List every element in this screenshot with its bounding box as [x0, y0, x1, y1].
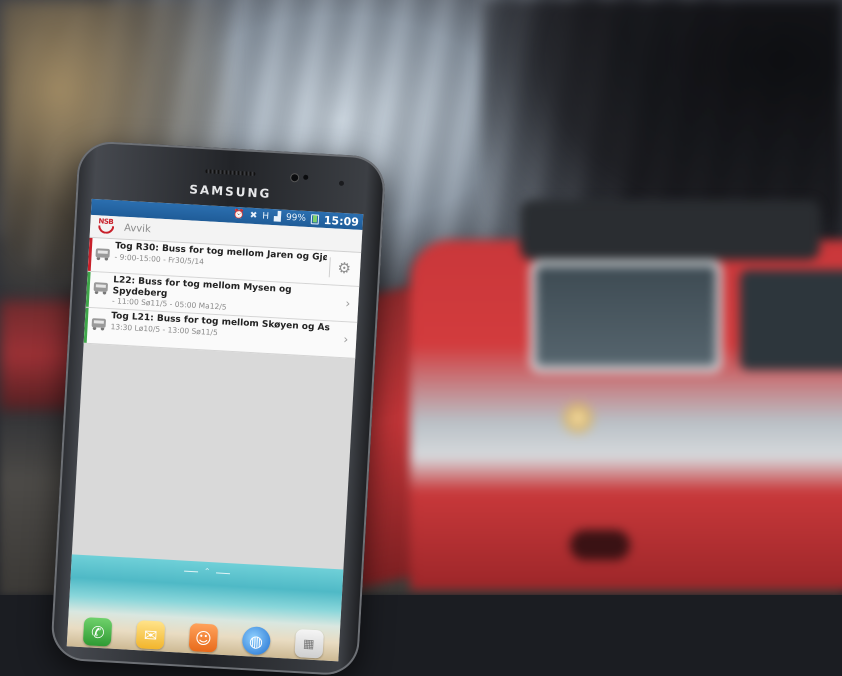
- alarm-icon: ⏰: [233, 209, 246, 221]
- page-dash: [216, 571, 231, 574]
- battery-icon: [310, 214, 320, 225]
- contacts-app-icon[interactable]: ☺: [188, 623, 219, 653]
- chevron-right-icon: ›: [343, 332, 349, 347]
- phone-screen: ⏰ ✖ H ▟ 99% 15:09 NSB Avvik Tog R30: Bus…: [66, 198, 364, 662]
- earpiece-speaker: [205, 169, 256, 176]
- nsb-logo[interactable]: NSB: [96, 217, 119, 236]
- light-sensor: [338, 180, 345, 186]
- chevron-right-icon: ›: [345, 296, 351, 311]
- apps-grid-icon[interactable]: ▦: [294, 628, 324, 659]
- deviation-list: Tog R30: Buss for tog mellom Jaren og Gj…: [83, 237, 362, 359]
- status-stripe: [85, 271, 91, 307]
- red-train: [340, 200, 842, 595]
- bus-icon: [91, 318, 107, 328]
- train-roof: [520, 200, 820, 260]
- settings-gear-icon[interactable]: ⚙: [328, 257, 355, 279]
- front-camera: [291, 174, 299, 182]
- app-title: Avvik: [123, 222, 152, 235]
- bus-icon: [95, 248, 110, 258]
- train-headlight: [560, 400, 596, 436]
- train-side-window: [740, 270, 842, 370]
- page-indicator: ⌃: [71, 560, 343, 583]
- status-stripe: [83, 307, 89, 343]
- signal-icon: ▟: [273, 212, 282, 223]
- phone-app-icon[interactable]: ✆: [83, 617, 113, 647]
- mute-icon: ✖: [249, 210, 258, 222]
- network-type-label: H: [261, 211, 270, 222]
- email-app-icon[interactable]: ✉: [135, 620, 166, 650]
- train-lower-light: [570, 530, 630, 560]
- status-stripe: [87, 237, 93, 271]
- smartphone: SAMSUNG ⏰ ✖ H ▟ 99% 15:09 NSB Avvik Tog …: [49, 140, 387, 676]
- train-windshield: [530, 260, 722, 372]
- clock: 15:09: [323, 213, 360, 229]
- battery-percent: 99%: [285, 212, 307, 224]
- page-dash: [183, 570, 198, 572]
- nsb-logo-arc: [97, 225, 115, 235]
- proximity-sensor: [303, 174, 309, 180]
- app-dock: ✆ ✉ ☺ ◍ ▦: [71, 614, 336, 659]
- chevron-up-icon[interactable]: ⌃: [203, 567, 210, 576]
- home-wallpaper: ⌃ ✆ ✉ ☺ ◍ ▦: [66, 554, 344, 662]
- browser-app-icon[interactable]: ◍: [241, 626, 271, 656]
- bus-icon: [93, 282, 109, 292]
